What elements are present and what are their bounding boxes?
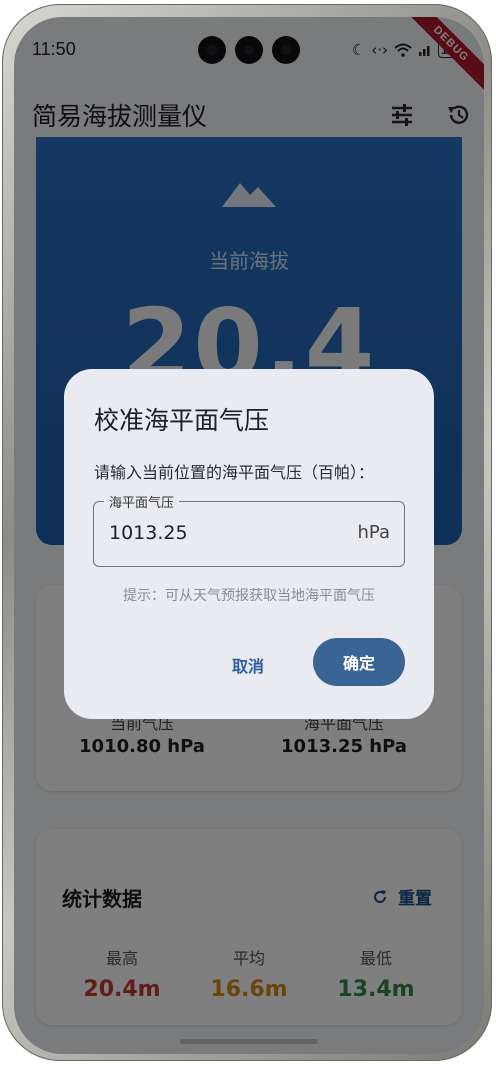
dialog-message: 请输入当前位置的海平面气压（百帕）： [94, 463, 375, 482]
dialog-hint: 提示：可从天气预报获取当地海平面气压 [123, 588, 375, 604]
calibration-dialog: 校准海平面气压 请输入当前位置的海平面气压（百帕）： 海平面气压 hPa 提示：… [64, 369, 434, 719]
screen: 11:50 ☾ ‹·› 100 DEBUG [14, 17, 484, 1054]
sea-level-pressure-field[interactable]: 海平面气压 hPa [93, 492, 405, 567]
field-unit-suffix: hPa [357, 522, 390, 543]
confirm-button[interactable]: 确定 [313, 638, 405, 686]
cancel-button[interactable]: 取消 [232, 653, 264, 677]
dialog-title: 校准海平面气压 [94, 406, 270, 435]
sea-level-pressure-input[interactable] [109, 522, 329, 544]
phone-frame: 11:50 ☾ ‹·› 100 DEBUG [2, 4, 492, 1061]
field-label: 海平面气压 [104, 492, 180, 511]
